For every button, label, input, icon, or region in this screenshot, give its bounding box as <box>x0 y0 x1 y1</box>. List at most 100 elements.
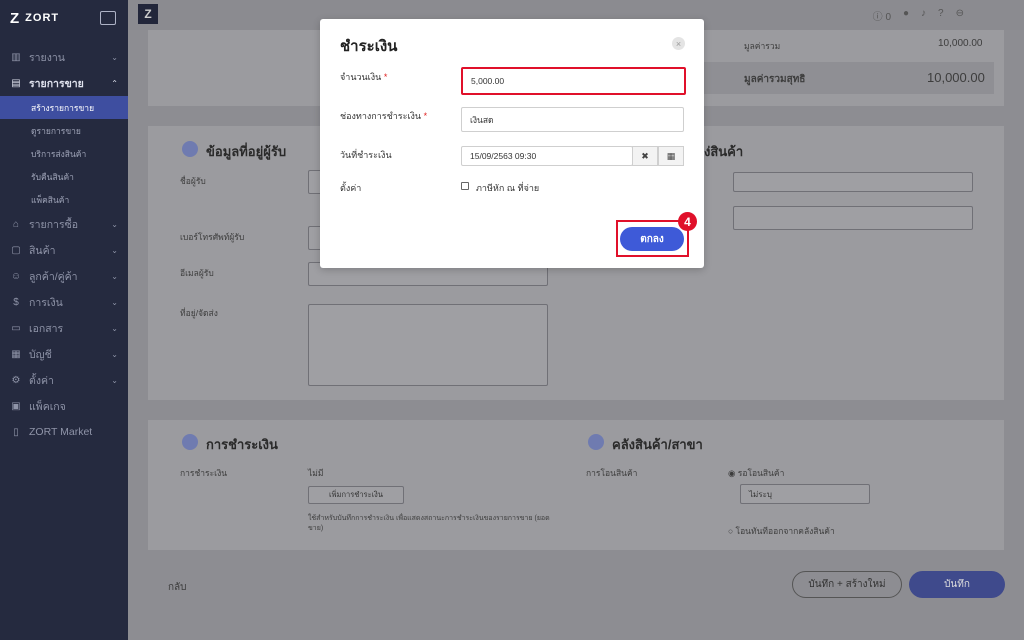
zort-logo: Z <box>10 9 20 27</box>
brand-name: ZORT <box>25 12 60 24</box>
app-logo-icon[interactable]: Z <box>138 4 158 24</box>
sidebar-nav: ▥ รายงาน ⌄ ▤ รายการขาย ⌃ สร้างรายการขาย … <box>0 44 128 445</box>
back-link[interactable]: กลับ <box>168 580 187 595</box>
sidebar-sub-view-sales[interactable]: ดูรายการขาย <box>0 119 128 142</box>
question-icon[interactable]: ? <box>938 8 944 23</box>
user-icon[interactable]: ● <box>903 8 909 23</box>
shipping-note-field[interactable] <box>733 206 973 230</box>
sidebar-sub-shipping[interactable]: บริการส่งสินค้า <box>0 142 128 165</box>
gear-icon: ⚙ <box>11 374 21 386</box>
chevron-down-icon: ⌄ <box>111 349 118 359</box>
sidebar: Z ZORT ▥ รายงาน ⌄ ▤ รายการขาย ⌃ สร้างราย… <box>0 0 128 640</box>
money-icon <box>182 434 198 450</box>
sidebar-item-accounting[interactable]: ▦ บัญชี ⌄ <box>0 341 128 367</box>
recipient-title: ข้อมูลที่อยู่ผู้รับ <box>206 144 287 159</box>
menu-toggle-icon[interactable] <box>100 11 116 25</box>
sidebar-item-market[interactable]: ▯ ZORT Market <box>0 419 128 445</box>
sidebar-item-label: รายการซื้อ <box>29 218 79 231</box>
recipient-address-field[interactable] <box>308 304 548 386</box>
warehouse-icon <box>588 434 604 450</box>
sidebar-item-sales[interactable]: ▤ รายการขาย ⌃ <box>0 70 128 96</box>
sidebar-item-finance[interactable]: $ การเงิน ⌄ <box>0 289 128 315</box>
sidebar-item-documents[interactable]: ▭ เอกสาร ⌄ <box>0 315 128 341</box>
sidebar-item-reports[interactable]: ▥ รายงาน ⌄ <box>0 44 128 70</box>
ok-button[interactable]: ตกลง <box>620 227 684 251</box>
chevron-down-icon: ⌄ <box>111 323 118 333</box>
help-count-icon[interactable]: ⓘ 0 <box>873 8 891 23</box>
payment-label: การชำระเงิน <box>180 468 228 478</box>
channel-label-text: ช่องทางการชำระเงิน <box>340 111 422 121</box>
payment-date-field[interactable]: 15/09/2563 09:30 <box>461 146 633 166</box>
net-total-row: มูลค่ารวมสุทธิ 10,000.00 <box>704 62 994 94</box>
ledger-icon: ▦ <box>11 348 21 360</box>
recipient-email-label: อีเมลผู้รับ <box>180 268 214 278</box>
close-icon[interactable]: × <box>672 37 685 50</box>
total-label: มูลค่ารวม <box>744 41 781 51</box>
add-payment-button[interactable]: เพิ่มการชำระเงิน <box>308 486 404 504</box>
withholding-tax-checkbox[interactable] <box>461 182 469 190</box>
sidebar-item-settings[interactable]: ⚙ ตั้งค่า ⌄ <box>0 367 128 393</box>
recipient-name-label: ชื่อผู้รับ <box>180 176 206 186</box>
chevron-up-icon: ⌃ <box>111 78 118 88</box>
sidebar-item-products[interactable]: ▢ สินค้า ⌄ <box>0 237 128 263</box>
package-icon: ▣ <box>11 400 21 412</box>
date-label: วันที่ชำระเงิน <box>340 150 392 160</box>
amount-field[interactable]: 5,000.00 <box>461 67 686 95</box>
sidebar-item-purchases[interactable]: ⌂ รายการซื้อ ⌄ <box>0 211 128 237</box>
transfer-wait-label: รอโอนสินค้า <box>737 468 785 478</box>
account-icon[interactable]: ⊖ <box>956 8 964 23</box>
payment-channel-field[interactable]: เงินสด <box>461 107 684 132</box>
sidebar-item-label: ZORT Market <box>29 426 93 438</box>
sidebar-sub-create-sale[interactable]: สร้างรายการขาย <box>0 96 128 119</box>
shipping-date-field[interactable] <box>733 172 973 192</box>
chevron-down-icon: ⌄ <box>111 375 118 385</box>
sidebar-item-package[interactable]: ▣ แพ็คเกจ <box>0 393 128 419</box>
brand: Z ZORT <box>0 0 128 36</box>
transfer-wait-option[interactable]: ◉ รอโอนสินค้า <box>728 466 784 480</box>
sidebar-item-label: ลูกค้า/คู่ค้า <box>29 270 78 283</box>
sidebar-sub-packing[interactable]: แพ็คสินค้า <box>0 188 128 211</box>
sidebar-item-label: ตั้งค่า <box>29 374 54 387</box>
net-total-label: มูลค่ารวมสุทธิ <box>744 74 806 85</box>
amount-label: จำนวนเงิน * <box>340 70 387 84</box>
payment-title: การชำระเงิน <box>206 437 278 452</box>
settings-label: ตั้งค่า <box>340 183 362 193</box>
sidebar-item-label: แพ็คเกจ <box>29 400 66 413</box>
modal-title: ชำระเงิน <box>340 38 398 55</box>
sidebar-item-label: บัญชี <box>29 348 52 361</box>
recipient-address-label: ที่อยู่/จัดส่ง <box>180 308 218 318</box>
payment-none: ไม่มี <box>308 468 324 478</box>
document-icon: ▭ <box>11 322 21 334</box>
clear-icon[interactable]: ✖ <box>632 146 658 166</box>
chevron-down-icon: ⌄ <box>111 297 118 307</box>
sidebar-item-label: รายงาน <box>29 51 65 64</box>
warehouse-title: คลังสินค้า/สาขา <box>612 437 703 452</box>
box-icon: ▢ <box>11 244 21 256</box>
payment-card: การชำระเงิน การชำระเงิน ไม่มี เพิ่มการชำ… <box>148 420 1004 550</box>
required-mark: * <box>423 111 428 121</box>
chevron-down-icon: ⌄ <box>111 219 118 229</box>
market-icon: ▯ <box>13 426 19 438</box>
chevron-down-icon: ⌄ <box>111 271 118 281</box>
payment-note: ใช้สำหรับบันทึกการชำระเงิน เพื่อแสดงสถาน… <box>308 515 550 532</box>
calendar-icon[interactable]: ▦ <box>658 146 684 166</box>
notification-count: 0 <box>885 12 891 23</box>
transfer-label: การโอนสินค้า <box>586 468 638 478</box>
sidebar-item-label: การเงิน <box>29 296 63 309</box>
sidebar-item-customers[interactable]: ☺ ลูกค้า/คู่ค้า ⌄ <box>0 263 128 289</box>
transfer-now-option[interactable]: ○ โอนทันทีออกจากคลังสินค้า <box>728 524 835 538</box>
save-button[interactable]: บันทึก <box>909 571 1005 598</box>
save-and-new-button[interactable]: บันทึก + สร้างใหม่ <box>792 571 902 598</box>
bell-icon[interactable]: ♪ <box>921 8 926 23</box>
withholding-tax-label: ภาษีหัก ณ ที่จ่าย <box>476 183 540 193</box>
sidebar-sub-returns[interactable]: รับคืนสินค้า <box>0 165 128 188</box>
id-card-icon <box>182 141 198 157</box>
purchase-icon: ⌂ <box>12 218 20 230</box>
sidebar-item-label: เอกสาร <box>29 322 64 335</box>
required-mark: * <box>383 72 388 82</box>
warehouse-select[interactable]: ไม่ระบุ <box>740 484 870 504</box>
recipient-phone-label: เบอร์โทรศัพท์ผู้รับ <box>180 232 245 242</box>
chevron-down-icon: ⌄ <box>111 245 118 255</box>
money-icon: $ <box>13 296 19 308</box>
sidebar-item-label: สินค้า <box>29 244 56 257</box>
